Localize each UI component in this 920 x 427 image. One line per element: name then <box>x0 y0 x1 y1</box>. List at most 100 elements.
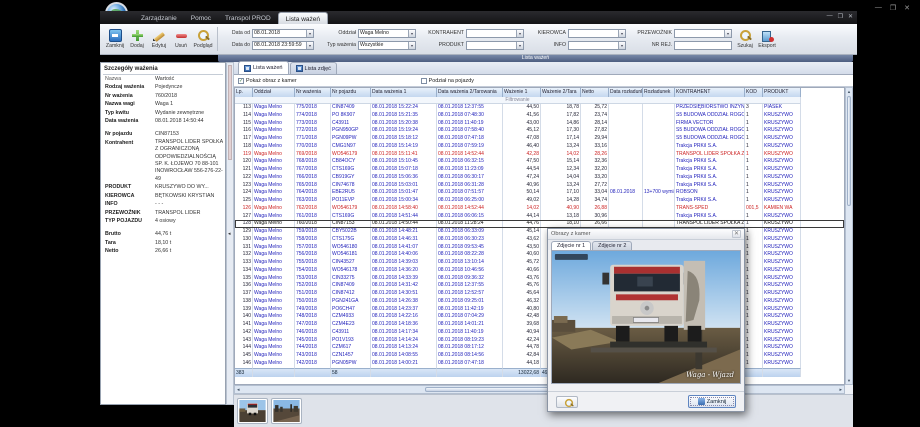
column-header-13[interactable]: PRODUKT <box>763 88 801 97</box>
table-row[interactable]: 145Waga Melno743/2018CZN145708.01.2018 1… <box>235 352 844 360</box>
maximize-icon[interactable]: ❐ <box>838 13 843 20</box>
toolbar-button-edytuj[interactable]: Edytuj <box>148 25 170 53</box>
field-data-od[interactable]: 08.01.2018▾ <box>252 29 314 38</box>
toolbar-button-szukaj[interactable]: Szukaj <box>734 25 756 53</box>
column-header-3[interactable]: Nr pojazdu <box>331 88 371 97</box>
chevron-down-icon[interactable]: ▾ <box>516 30 523 37</box>
chevron-down-icon[interactable]: ▾ <box>408 30 415 37</box>
table-row[interactable]: 131Waga Melno757/2018WO54618008.01.2018 … <box>235 244 844 252</box>
table-row[interactable]: 123Waga Melno765/2018CIN7467808.01.2018 … <box>235 182 844 190</box>
table-row[interactable]: 139Waga Melno749/2018PO6CH4708.01.2018 1… <box>235 306 844 314</box>
table-row[interactable]: 113Waga Melno775/2018CIN8740908.01.2018 … <box>235 104 844 112</box>
table-row[interactable]: 144Waga Melno744/2018CZM61708.01.2018 14… <box>235 344 844 352</box>
field-kierowca[interactable]: ▾ <box>568 29 626 38</box>
chevron-down-icon[interactable]: ▾ <box>618 42 625 49</box>
tab-photo-1[interactable]: Zdjęcie nr 1 <box>551 241 591 250</box>
dialog-close-button[interactable]: Zamknij <box>688 395 736 408</box>
table-row[interactable]: 121Waga Melno767/2018CTS169G08.01.2018 1… <box>235 166 844 174</box>
ribbon-tab-zarządzanie[interactable]: Zarządzanie <box>134 12 184 24</box>
scroll-down-icon[interactable]: ▼ <box>846 378 852 383</box>
field-kontrahent[interactable]: ▾ <box>466 29 524 38</box>
column-header-4[interactable]: Data ważenia 1 <box>371 88 437 97</box>
toolbar-button-dodaj[interactable]: Dodaj <box>126 25 148 53</box>
scrollbar-thumb[interactable] <box>228 65 232 160</box>
field-info[interactable]: ▾ <box>568 41 626 50</box>
toolbar-button-podgląd[interactable]: Podgląd <box>192 25 214 53</box>
column-header-12[interactable]: KOD <box>745 88 763 97</box>
camera-thumbnail-1[interactable] <box>237 398 268 424</box>
table-row[interactable]: 140Waga Melno748/2018CZM493308.01.2018 1… <box>235 313 844 321</box>
column-header-1[interactable]: Oddział <box>253 88 295 97</box>
column-header-2[interactable]: Nr ważenia <box>295 88 331 97</box>
column-header-6[interactable]: Ważenie 1 <box>503 88 541 97</box>
vertical-scrollbar[interactable]: ▲ ▼ <box>845 87 853 385</box>
chevron-down-icon[interactable]: ▾ <box>724 30 731 37</box>
table-row[interactable]: 118Waga Melno770/2018CMG1N9708.01.2018 1… <box>235 143 844 151</box>
ribbon-tab-transpol-prod[interactable]: Transpol PROD <box>218 12 278 24</box>
table-row[interactable]: 130Waga Melno758/2018CTS175G08.01.2018 1… <box>235 236 844 244</box>
table-row[interactable]: 142Waga Melno746/2018C4391108.01.2018 14… <box>235 329 844 337</box>
table-row[interactable]: 137Waga Melno751/2018CIN8741208.01.2018 … <box>235 290 844 298</box>
table-row[interactable]: 129Waga Melno759/2018CBY5022B08.01.2018 … <box>235 228 844 236</box>
tab-lista-ważeń[interactable]: Lista ważeń <box>238 61 289 74</box>
column-header-10[interactable]: Rozładunek <box>643 88 675 97</box>
table-row[interactable]: 132Waga Melno756/2018WO54618108.01.2018 … <box>235 251 844 259</box>
column-header-9[interactable]: Data rozładunku <box>609 88 643 97</box>
column-header-7[interactable]: Ważenie 2/Tara <box>541 88 581 97</box>
toolbar-button-usuń[interactable]: Usuń <box>170 25 192 53</box>
table-row[interactable]: 119Waga Melno769/2018WO54617908.01.2018 … <box>235 151 844 159</box>
table-row[interactable]: 125Waga Melno763/2018PO11EVP08.01.2018 1… <box>235 197 844 205</box>
table-row[interactable]: 146Waga Melno742/2018PGN05PW08.01.2018 1… <box>235 360 844 368</box>
scroll-up-icon[interactable]: ▲ <box>846 89 852 94</box>
scroll-left-icon[interactable]: ◂ <box>237 386 240 394</box>
chevron-down-icon[interactable]: ▾ <box>408 42 415 49</box>
photo-zoom-button[interactable] <box>556 396 578 408</box>
table-row[interactable]: 115Waga Melno773/2018C4391108.01.2018 15… <box>235 120 844 128</box>
tab-lista-zdjęć[interactable]: Lista zdjęć <box>290 62 337 74</box>
table-row[interactable]: 114Waga Melno774/2018PO 8K90708.01.2018 … <box>235 112 844 120</box>
column-header-8[interactable]: Netto <box>581 88 609 97</box>
close-icon[interactable]: ✕ <box>848 13 853 20</box>
table-row[interactable]: 126Waga Melno762/2018WO54617908.01.2018 … <box>235 205 844 213</box>
scroll-right-icon[interactable]: ▸ <box>839 386 842 394</box>
ribbon-tab-pomoc[interactable]: Pomoc <box>184 12 218 24</box>
toolbar-button-zamknij[interactable]: Zamknij <box>104 25 126 53</box>
table-row[interactable]: 127Waga Melno761/2018CTS169G08.01.2018 1… <box>235 213 844 221</box>
field-przewo-nik[interactable]: ▾ <box>674 29 732 38</box>
field-produkt[interactable]: ▾ <box>466 41 524 50</box>
table-row[interactable]: 134Waga Melno754/2018WO54617808.01.2018 … <box>235 267 844 275</box>
table-row[interactable]: 141Waga Melno747/2018CZM4E2308.01.2018 1… <box>235 321 844 329</box>
field-typ-wa-enia[interactable]: Wszystkie▾ <box>358 41 416 50</box>
chevron-down-icon[interactable]: ▾ <box>516 42 523 49</box>
checkbox-box[interactable]: ✓ <box>238 78 244 84</box>
dialog-titlebar[interactable]: Obrazy z kamer ✕ <box>548 229 744 240</box>
field-oddzia-[interactable]: Waga Melno▾ <box>358 29 416 38</box>
maximize-icon[interactable]: ❐ <box>890 4 896 12</box>
field-nr-rej-[interactable] <box>674 41 732 50</box>
table-row[interactable]: 138Waga Melno750/2018PGN241GA08.01.2018 … <box>235 298 844 306</box>
horizontal-scrollbar[interactable]: ◂ ▸ <box>234 385 845 394</box>
chevron-down-icon[interactable]: ▾ <box>306 30 313 37</box>
table-row[interactable]: 116Waga Melno772/2018PGN950GP08.01.2018 … <box>235 127 844 135</box>
table-row[interactable]: 124Waga Melno764/2018EBE2RU508.01.2018 1… <box>235 189 844 197</box>
table-row[interactable]: 117Waga Melno771/2018PGN09PW08.01.2018 1… <box>235 135 844 143</box>
tab-photo-2[interactable]: Zdjęcie nr 2 <box>592 241 632 250</box>
checkbox-box[interactable] <box>421 78 427 84</box>
table-row[interactable]: 143Waga Melno745/2018PO1V19308.01.2018 1… <box>235 337 844 345</box>
checkbox-podział-na-pojazdy[interactable]: Podział na pojazdy <box>421 78 474 84</box>
table-row[interactable]: 135Waga Melno753/2018CIN3327508.01.2018 … <box>235 275 844 283</box>
table-row[interactable]: 120Waga Melno768/2018CB84OCY08.01.2018 1… <box>235 158 844 166</box>
chevron-down-icon[interactable]: ▾ <box>618 30 625 37</box>
column-header-0[interactable]: Lp. <box>235 88 253 97</box>
toolbar-button-eksport[interactable]: Eksport <box>756 25 778 53</box>
table-filter-row[interactable]: Filtrowanie <box>235 97 844 104</box>
chevron-down-icon[interactable]: ▾ <box>306 42 313 49</box>
minimize-icon[interactable]: — <box>875 4 882 12</box>
table-row[interactable]: 136Waga Melno752/2018CIN8740908.01.2018 … <box>235 282 844 290</box>
checkbox-pokaż-obraz-z-kamer[interactable]: ✓Pokaż obraz z kamer <box>238 78 297 84</box>
scrollbar-thumb[interactable] <box>847 96 851 206</box>
table-row[interactable]: 122Waga Melno766/2018CB919GY08.01.2018 1… <box>235 174 844 182</box>
table-row[interactable]: 128Waga Melno760/2018CIN8715308.01.2018 … <box>235 220 844 228</box>
field-data-do[interactable]: 08.01.2018 23:59:59▾ <box>252 41 314 50</box>
close-icon[interactable]: ✕ <box>904 4 910 12</box>
